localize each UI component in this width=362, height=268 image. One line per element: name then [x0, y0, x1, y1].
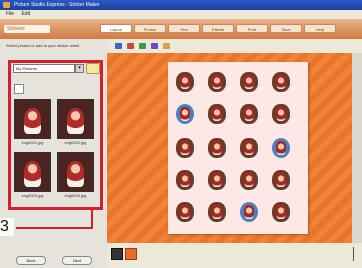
menu-file[interactable]: File — [6, 11, 14, 17]
sticker-photo — [180, 107, 190, 121]
callout-line — [16, 227, 92, 229]
sticker[interactable] — [240, 170, 258, 190]
sticker-photo — [212, 173, 222, 187]
menu-edit[interactable]: Edit — [21, 11, 30, 17]
sticker-photo — [244, 75, 254, 89]
brand-logo: Stickers — [4, 25, 50, 33]
nav-photos[interactable]: Photos — [134, 24, 166, 33]
callout-highlight-box — [8, 60, 103, 210]
next-button[interactable]: Next — [62, 256, 92, 265]
divider — [353, 247, 354, 261]
window-title: Picture Studio Express - Sticker Maker — [14, 2, 100, 8]
sticker[interactable] — [272, 72, 290, 92]
sticker[interactable] — [240, 72, 258, 92]
sticker-photo — [212, 205, 222, 219]
sticker[interactable] — [176, 202, 194, 222]
title-bar: Picture Studio Express - Sticker Maker — [0, 0, 362, 10]
cursor-icon[interactable] — [115, 43, 122, 49]
nav-save[interactable]: Save — [270, 24, 302, 33]
sticker-photo — [244, 173, 254, 187]
sticker-photo — [244, 107, 254, 121]
sticker-photo — [276, 141, 286, 155]
left-panel-buttons: Back Next — [0, 252, 107, 268]
back-button[interactable]: Back — [16, 256, 46, 265]
nav-print[interactable]: Print — [236, 24, 268, 33]
sticker-photo — [180, 75, 190, 89]
panel-instructions: Select photos to add to your sticker she… — [6, 43, 80, 48]
sticker[interactable] — [208, 202, 226, 222]
sticker-sheet[interactable] — [168, 62, 308, 234]
sticker[interactable] — [176, 170, 194, 190]
sticker-photo — [276, 75, 286, 89]
photo-icon[interactable] — [125, 248, 137, 260]
add-icon[interactable] — [139, 43, 146, 49]
app-window: Picture Studio Express - Sticker Maker F… — [0, 0, 362, 268]
menu-bar: File Edit — [0, 10, 362, 19]
callout-connector — [91, 207, 93, 229]
sticker-photo — [276, 173, 286, 187]
vertical-scrollbar[interactable] — [352, 53, 362, 243]
sticker-photo — [212, 141, 222, 155]
sticker[interactable] — [240, 138, 258, 158]
sticker-photo — [180, 141, 190, 155]
sticker[interactable] — [272, 138, 290, 158]
canvas-toolbar — [107, 39, 362, 53]
sticker[interactable] — [240, 104, 258, 124]
film-icon[interactable] — [111, 248, 123, 260]
sticker[interactable] — [208, 138, 226, 158]
rotate-icon[interactable] — [151, 43, 158, 49]
sticker-photo — [212, 107, 222, 121]
sticker[interactable] — [272, 104, 290, 124]
app-icon — [3, 2, 10, 8]
sticker[interactable] — [176, 104, 194, 124]
nav-bar: Stickers Layout Photos Text Effects Prin… — [0, 19, 362, 39]
nav-effects[interactable]: Effects — [202, 24, 234, 33]
sticker[interactable] — [208, 104, 226, 124]
nav-layout[interactable]: Layout — [100, 24, 132, 33]
nav-text[interactable]: Text — [168, 24, 200, 33]
text-icon[interactable] — [127, 43, 134, 49]
callout-number: 3 — [0, 218, 14, 236]
sticker[interactable] — [208, 170, 226, 190]
sticker[interactable] — [208, 72, 226, 92]
sticker[interactable] — [272, 170, 290, 190]
sticker[interactable] — [240, 202, 258, 222]
sticker-photo — [212, 75, 222, 89]
sticker[interactable] — [176, 138, 194, 158]
sticker-photo — [244, 205, 254, 219]
sticker-photo — [276, 205, 286, 219]
status-bar — [107, 243, 362, 268]
sticker[interactable] — [272, 202, 290, 222]
sticker-photo — [180, 205, 190, 219]
sticker-photo — [276, 107, 286, 121]
sticker[interactable] — [176, 72, 194, 92]
sticker-photo — [180, 173, 190, 187]
folder-icon[interactable] — [163, 43, 170, 49]
sticker-photo — [244, 141, 254, 155]
nav-help[interactable]: Help — [304, 24, 336, 33]
